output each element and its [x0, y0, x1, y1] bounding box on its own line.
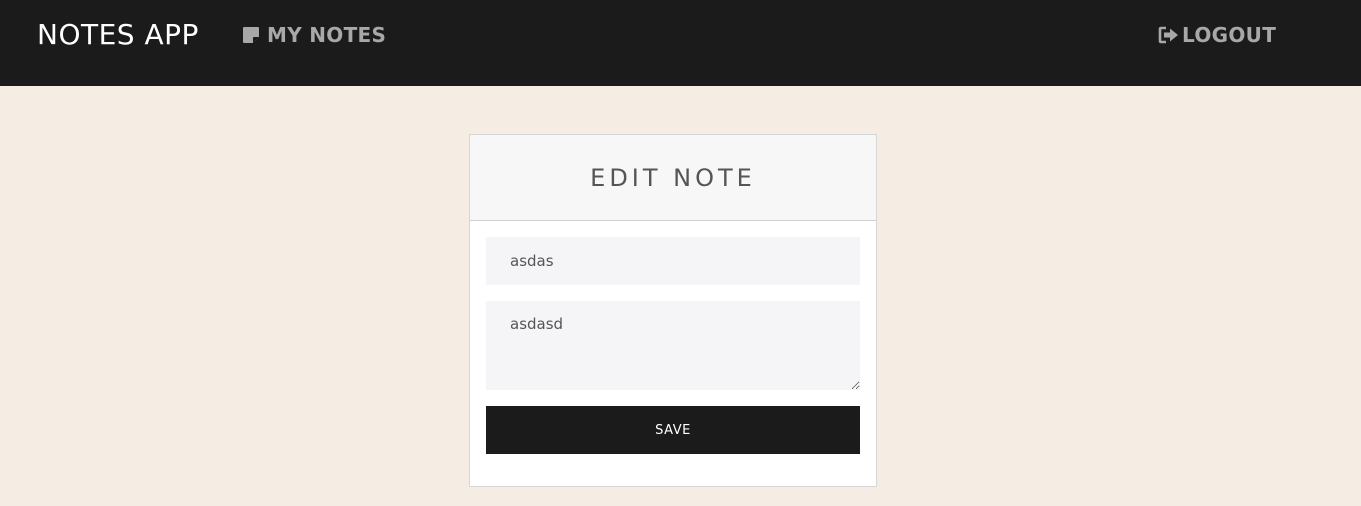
- sign-out-icon: [1158, 26, 1180, 44]
- nav-logout-label: LOGOUT: [1182, 23, 1277, 47]
- nav-my-notes[interactable]: MY NOTES: [242, 22, 386, 48]
- note-content-textarea[interactable]: asdasd: [486, 301, 860, 390]
- nav-logout[interactable]: LOGOUT: [1158, 22, 1276, 48]
- page-title: EDIT NOTE: [590, 163, 756, 192]
- save-button[interactable]: SAVE: [486, 406, 860, 454]
- top-navbar: NOTES APP MY NOTES LOGOUT: [0, 0, 1361, 86]
- card-header: EDIT NOTE: [470, 135, 876, 221]
- nav-my-notes-label: MY NOTES: [267, 23, 387, 47]
- sticky-note-icon: [242, 26, 260, 44]
- edit-note-card: EDIT NOTE asdasd SAVE: [469, 134, 877, 487]
- note-title-input[interactable]: [486, 237, 860, 285]
- brand-logo[interactable]: NOTES APP: [37, 17, 199, 53]
